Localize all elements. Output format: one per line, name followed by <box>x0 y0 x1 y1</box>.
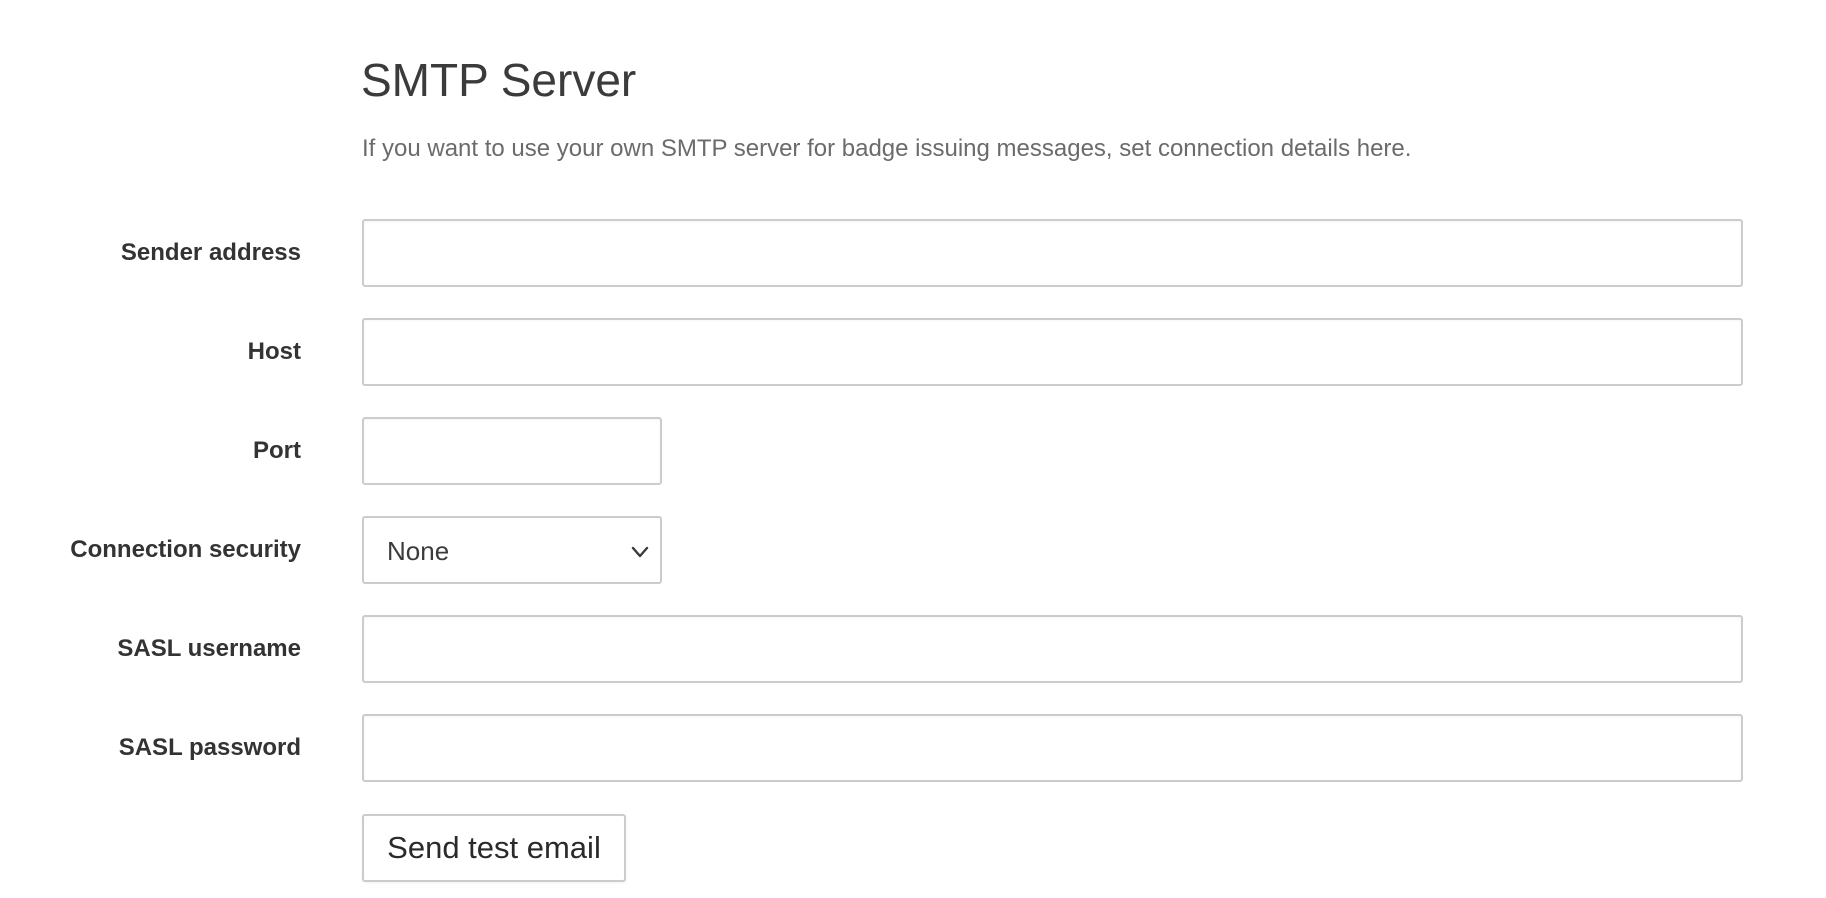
sasl-password-row: SASL password <box>0 714 1826 782</box>
sender-address-row: Sender address <box>0 219 1826 287</box>
section-description: If you want to use your own SMTP server … <box>362 135 1412 162</box>
smtp-settings-page: SMTP Server If you want to use your own … <box>0 0 1826 898</box>
host-row: Host <box>0 318 1826 386</box>
sasl-username-label: SASL username <box>117 635 301 662</box>
sender-address-label: Sender address <box>120 239 301 266</box>
sasl-password-label: SASL password <box>118 734 301 761</box>
sender-address-input[interactable] <box>362 219 1743 287</box>
port-input[interactable] <box>362 417 662 485</box>
connection-security-row: Connection security None <box>0 516 1826 584</box>
port-row: Port <box>0 417 1826 485</box>
host-label: Host <box>247 338 301 365</box>
connection-security-select[interactable]: None <box>362 516 662 584</box>
host-input[interactable] <box>362 318 1743 386</box>
sasl-username-input[interactable] <box>362 615 1743 683</box>
page-title: SMTP Server <box>361 54 637 106</box>
send-test-email-button[interactable]: Send test email <box>362 814 626 882</box>
port-label: Port <box>253 437 301 464</box>
sasl-username-row: SASL username <box>0 615 1826 683</box>
sasl-password-input[interactable] <box>362 714 1743 782</box>
connection-security-label: Connection security <box>70 536 301 563</box>
chevron-down-icon <box>631 546 649 558</box>
connection-security-value: None <box>387 536 450 566</box>
